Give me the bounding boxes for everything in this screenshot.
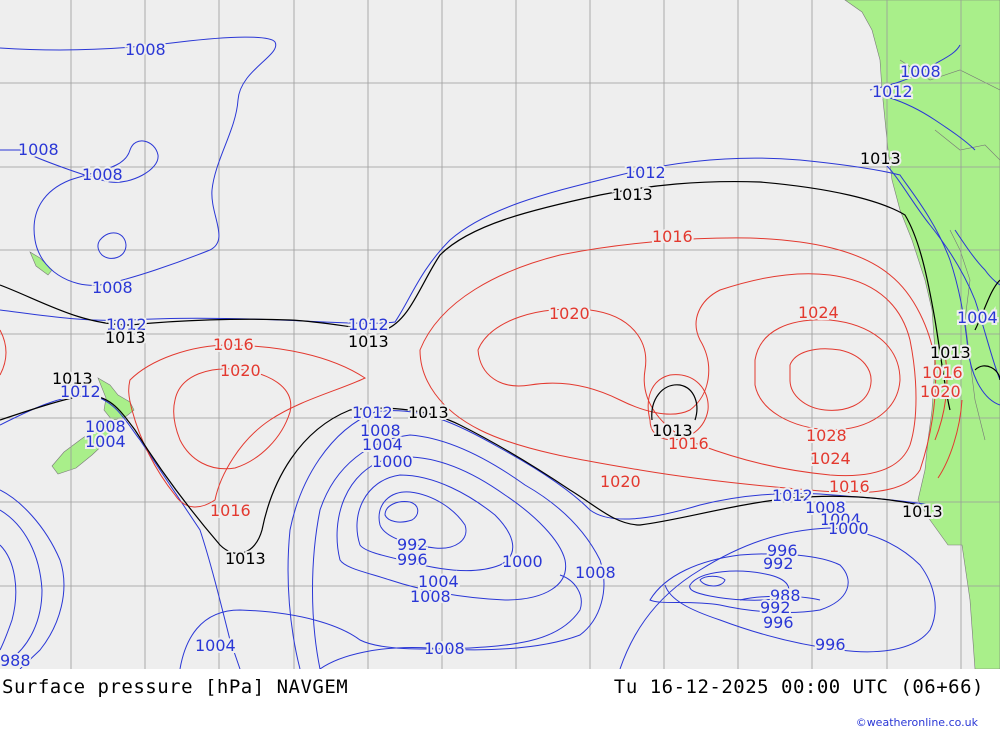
chart-title-right: Tu 16-12-2025 00:00 UTC (06+66) bbox=[613, 676, 984, 698]
isobar-label: 1020 bbox=[220, 361, 261, 380]
isobar-label: 1028 bbox=[806, 426, 847, 445]
isobar-label: 1024 bbox=[810, 449, 851, 468]
isobar-label: 1020 bbox=[549, 304, 590, 323]
isobar-label: 1020 bbox=[920, 382, 961, 401]
isobar-label: 992 bbox=[763, 554, 794, 573]
isobar-label: 1016 bbox=[922, 363, 963, 382]
isobar-label: 1008 bbox=[18, 140, 59, 159]
isobar-label: 1016 bbox=[213, 335, 254, 354]
ocean-background bbox=[0, 0, 1000, 669]
isobar-label: 1008 bbox=[410, 587, 451, 606]
pressure-map: 1008100810081008101210131012101310161020… bbox=[0, 0, 1000, 669]
isobar-label: 1012 bbox=[872, 82, 913, 101]
isobar-label: 1013 bbox=[930, 343, 971, 362]
isobar-label: 1013 bbox=[860, 149, 901, 168]
isobar-label: 1013 bbox=[105, 328, 146, 347]
isobar-label: 1008 bbox=[92, 278, 133, 297]
isobar-label: 1012 bbox=[60, 382, 101, 401]
isobar-label: 1012 bbox=[352, 403, 393, 422]
isobar-label: 1013 bbox=[902, 502, 943, 521]
isobar-label: 1016 bbox=[652, 227, 693, 246]
isobar-label: 1013 bbox=[612, 185, 653, 204]
isobar-label: 1000 bbox=[828, 519, 869, 538]
isobar-label: 1008 bbox=[575, 563, 616, 582]
isobar-label: 1016 bbox=[829, 477, 870, 496]
isobar-label: 1024 bbox=[798, 303, 839, 322]
isobar-label: 1008 bbox=[900, 62, 941, 81]
isobar-label: 1004 bbox=[957, 308, 998, 327]
isobar-label: 996 bbox=[815, 635, 846, 654]
isobar-label: 1004 bbox=[195, 636, 236, 655]
isobar-label: 1000 bbox=[502, 552, 543, 571]
isobar-label: 1012 bbox=[625, 163, 666, 182]
isobar-label: 996 bbox=[397, 550, 428, 569]
credit-link[interactable]: ©weatheronline.co.uk bbox=[856, 716, 978, 729]
isobar-label: 1020 bbox=[600, 472, 641, 491]
chart-title-left: Surface pressure [hPa] NAVGEM bbox=[2, 676, 349, 698]
isobar-label: 996 bbox=[763, 613, 794, 632]
isobar-label: 1016 bbox=[210, 501, 251, 520]
isobar-label: 1008 bbox=[125, 40, 166, 59]
isobar-label: 1013 bbox=[408, 403, 449, 422]
isobar-label: 1000 bbox=[372, 452, 413, 471]
isobar-label: 1008 bbox=[82, 165, 123, 184]
isobar-label: 1008 bbox=[424, 639, 465, 658]
isobar-label: 1013 bbox=[225, 549, 266, 568]
isobar-label: 1013 bbox=[348, 332, 389, 351]
isobar-label: 988 bbox=[0, 651, 31, 669]
isobar-label: 1016 bbox=[668, 434, 709, 453]
isobar-label: 1004 bbox=[85, 432, 126, 451]
